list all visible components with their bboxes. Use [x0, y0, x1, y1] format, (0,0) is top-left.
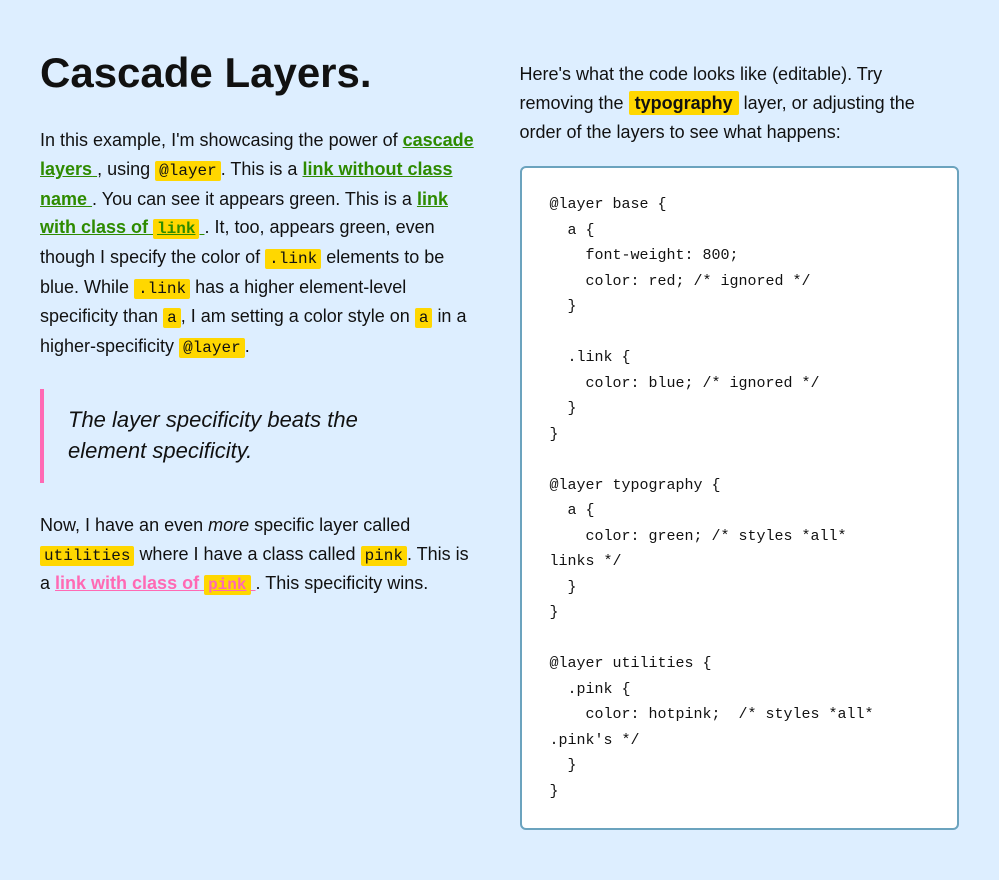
a-code-2: a	[415, 308, 433, 328]
at-layer-code-1: @layer	[155, 161, 221, 181]
pink-code: pink	[361, 546, 407, 566]
blockquote: The layer specificity beats the element …	[40, 389, 480, 483]
blockquote-text: The layer specificity beats the element …	[68, 405, 480, 467]
typography-highlight: typography	[629, 91, 739, 115]
utilities-code: utilities	[40, 546, 134, 566]
at-layer-code-2: @layer	[179, 338, 245, 358]
a-code-1: a	[163, 308, 181, 328]
page-wrapper: Cascade Layers. In this example, I'm sho…	[0, 0, 999, 880]
pink-highlight: pink	[204, 575, 250, 595]
intro-text-1: In this example, I'm showcasing the powe…	[40, 130, 398, 150]
right-description: Here's what the code looks like (editabl…	[520, 60, 960, 146]
link-code-highlight: link	[153, 219, 199, 239]
dot-link-code-2: .link	[134, 279, 190, 299]
page-title: Cascade Layers.	[40, 50, 480, 96]
code-editor[interactable]: @layer base { a { font-weight: 800; colo…	[520, 166, 960, 830]
left-column: Cascade Layers. In this example, I'm sho…	[40, 50, 480, 830]
link-with-class-pink[interactable]: link with class of pink	[55, 573, 255, 593]
intro-paragraph: In this example, I'm showcasing the powe…	[40, 126, 480, 361]
code-content: @layer base { a { font-weight: 800; colo…	[550, 196, 874, 800]
dot-link-code-1: .link	[265, 249, 321, 269]
bottom-paragraph: Now, I have an even more specific layer …	[40, 511, 480, 599]
right-column: Here's what the code looks like (editabl…	[520, 50, 960, 830]
